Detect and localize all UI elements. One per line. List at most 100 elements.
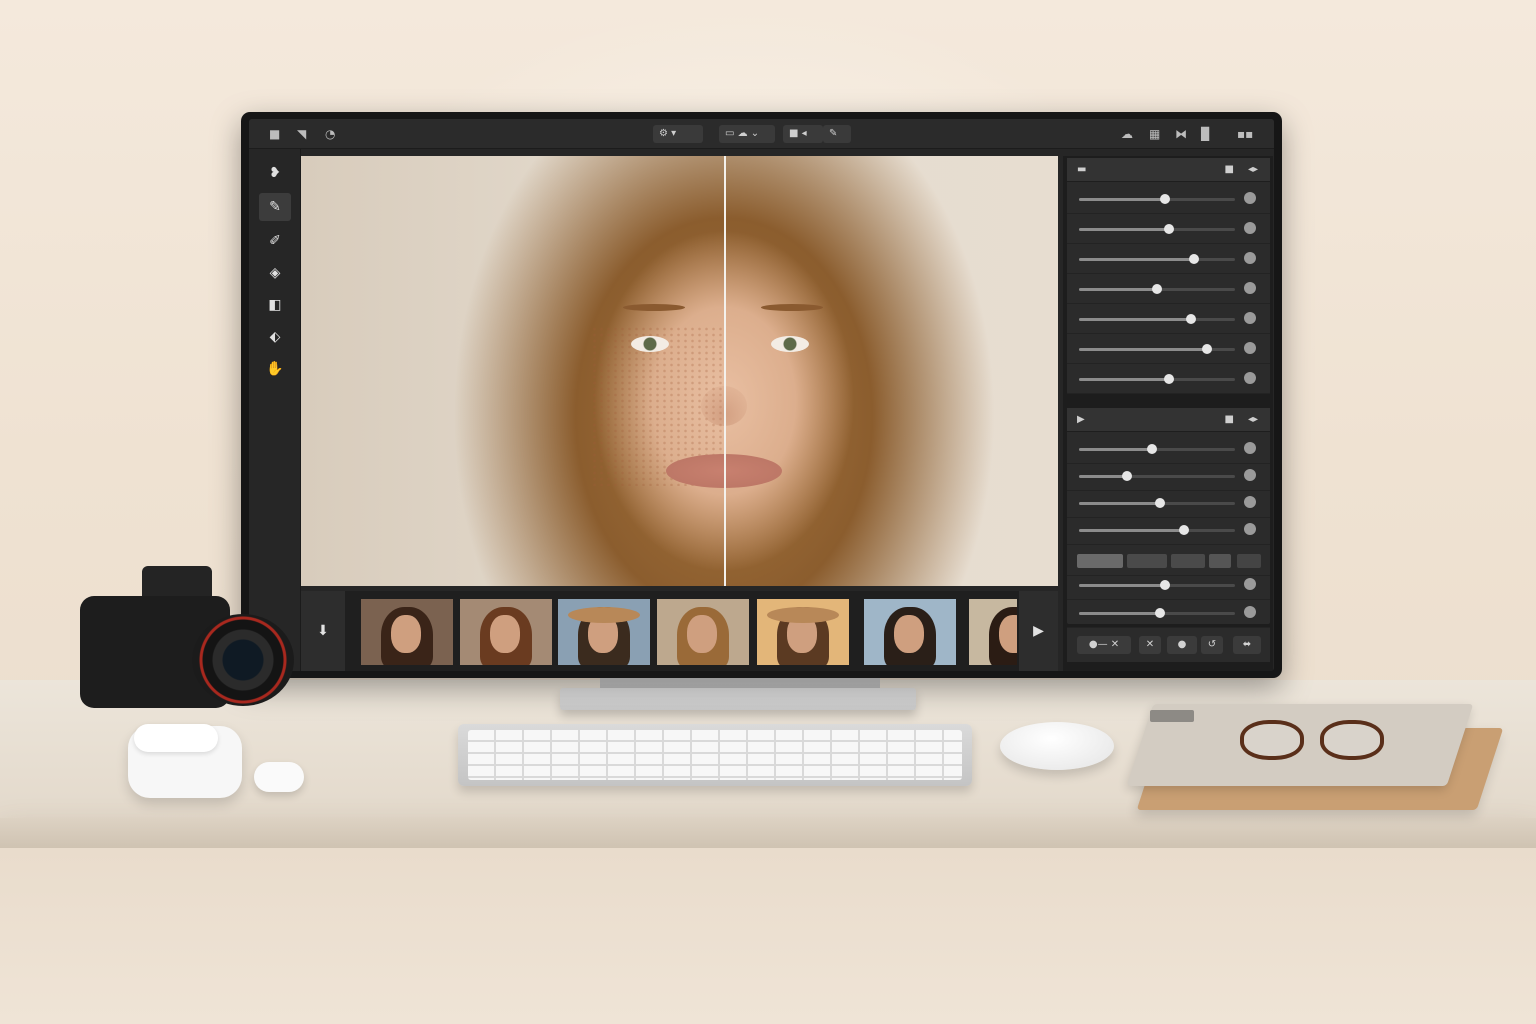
undo-button[interactable]: ↺ [1201,636,1223,654]
camera-lens [192,614,294,706]
history-icon[interactable]: ◔ [325,127,335,141]
reset-icon[interactable] [1244,496,1256,508]
thumbnail-man-straw-hat[interactable] [558,599,650,665]
adjustment-slider-row [1067,274,1270,304]
reset-icon[interactable] [1244,523,1256,535]
import-arrow-icon[interactable]: ⬇ [301,591,345,671]
crop-tool-icon[interactable]: ◧ [259,291,291,319]
image-canvas[interactable] [301,156,1058,586]
slider-knob[interactable] [1152,284,1162,294]
brush-tool-icon[interactable]: ✎ [259,193,291,221]
reset-icon[interactable] [1244,342,1256,354]
compare-toggle[interactable]: ■ ◂ [783,125,823,143]
preset-segment[interactable] [1237,554,1261,568]
slider-track[interactable] [1079,525,1235,535]
adjust-icon[interactable]: ⧓ [1175,127,1187,141]
slider-knob[interactable] [1159,580,1170,590]
slider-track[interactable] [1079,254,1235,264]
export-icon[interactable]: ▉ [1201,127,1210,141]
slider-track[interactable] [1079,194,1235,204]
before-after-divider[interactable] [724,156,726,586]
thumbnail-woman-curly-hair[interactable] [361,599,453,665]
slider-fill [1079,198,1165,201]
thumbnail-woman-sun-hat[interactable] [757,599,849,665]
settings-button[interactable]: ⬌ [1233,636,1261,654]
cloud-icon[interactable]: ☁ [1121,127,1133,141]
slider-track[interactable] [1079,374,1235,384]
earbuds-case-lid [134,724,218,752]
expand-icon[interactable]: ◂▸ [1248,158,1258,182]
slider-track[interactable] [1079,608,1235,618]
adjustments-panel: ▬ ■ ◂▸ ▶ ■ ◂▸ ●— ✕ ✕ ● ↺ ⬌ [1063,156,1273,671]
section-1-header[interactable]: ▬ ■ ◂▸ [1067,158,1270,182]
preset-segment[interactable] [1127,554,1167,568]
lock-icon[interactable]: ■ [1225,408,1234,432]
dodge-tool-icon[interactable]: ◈ [259,259,291,287]
slider-track[interactable] [1079,224,1235,234]
slider-knob[interactable] [1159,194,1170,204]
reset-icon[interactable] [1244,606,1256,618]
slider-knob[interactable] [1155,498,1166,508]
folder-icon: ▬ [1077,164,1087,175]
reset-icon[interactable] [1244,469,1256,481]
slider-fill [1079,612,1161,615]
preset-dropdown[interactable]: ⚙ ▾ [653,125,703,143]
slider-track[interactable] [1079,284,1235,294]
slider-track[interactable] [1079,498,1235,508]
slider-knob[interactable] [1178,525,1189,535]
reset-icon[interactable] [1244,372,1256,384]
slider-knob[interactable] [1201,344,1212,354]
adjustment-slider-row [1067,434,1270,464]
thumbnail-face [999,615,1017,653]
expand-icon[interactable]: ◂▸ [1248,408,1258,432]
thumbnail-man-profile-sea[interactable] [864,599,956,665]
preset-segment[interactable] [1209,554,1231,568]
slider-knob[interactable] [1164,374,1175,384]
eraser-tool-icon[interactable]: ⬖ [259,323,291,351]
folder-icon[interactable]: ■ [269,127,280,141]
slider-track[interactable] [1079,471,1235,481]
earbud [254,762,304,792]
reset-icon[interactable] [1244,252,1256,264]
slider-track[interactable] [1079,580,1235,590]
slider-knob[interactable] [1147,444,1158,454]
preset-segment[interactable] [1077,554,1123,568]
thumbnail-face [490,615,520,653]
slider-knob[interactable] [1189,254,1200,264]
reset-icon[interactable] [1244,442,1256,454]
slider-knob[interactable] [1186,314,1197,324]
slider-track[interactable] [1079,314,1235,324]
clear-button[interactable]: ✕ [1139,636,1161,654]
heal-tool-icon[interactable]: ❥ [259,159,291,187]
reset-icon[interactable] [1244,312,1256,324]
reset-icon[interactable] [1244,578,1256,590]
thumbnail-woman-wavy-hair[interactable] [657,599,749,665]
grid-icon[interactable]: ▦ [1149,127,1160,141]
lock-icon[interactable]: ■ [1225,158,1234,182]
toggle-mask-button[interactable]: ●— ✕ [1077,636,1131,654]
record-button[interactable]: ● [1167,636,1197,654]
slider-track[interactable] [1079,344,1235,354]
thumbnail-woman-profile-bun[interactable] [969,599,1017,665]
view-mode-dropdown[interactable]: ▭ ☁ ⌄ [719,125,775,143]
slider-knob[interactable] [1155,608,1166,618]
layers-icon[interactable]: ◥ [297,127,306,141]
slider-knob[interactable] [1164,224,1175,234]
preset-segment[interactable] [1171,554,1205,568]
reset-icon[interactable] [1244,222,1256,234]
hand-tool-icon[interactable]: ✋ [259,355,291,383]
next-arrow-icon[interactable]: ▶ [1019,591,1058,671]
brush-toggle[interactable]: ✎ [823,125,851,143]
reset-icon[interactable] [1244,282,1256,294]
smudge-tool-icon[interactable]: ✐ [259,227,291,255]
reset-icon[interactable] [1244,192,1256,204]
window-controls-icon[interactable]: ▪▪ [1237,127,1253,141]
slider-knob[interactable] [1122,471,1133,481]
section-2-header[interactable]: ▶ ■ ◂▸ [1067,408,1270,432]
thumbnail-hat [568,607,640,623]
play-icon[interactable]: ▶ [1077,408,1085,432]
thumbnail-woman-auburn-hair[interactable] [460,599,552,665]
adjustment-slider-row [1067,304,1270,334]
slider-track[interactable] [1079,444,1235,454]
left-eyebrow [623,304,685,311]
